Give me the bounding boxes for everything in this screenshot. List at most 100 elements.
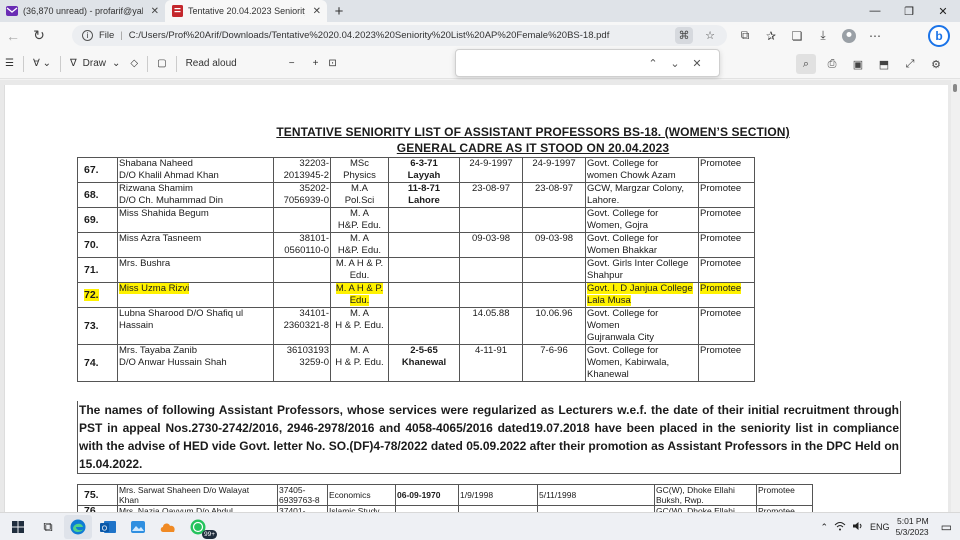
collections-icon[interactable]: ❏: [787, 26, 807, 45]
cell-dob: [388, 232, 460, 258]
zoom-out-button[interactable]: −: [284, 49, 300, 79]
cell-cnic: 35202- 7056939-0: [273, 182, 331, 208]
find-prev-button[interactable]: ⌃: [642, 57, 664, 70]
wifi-icon[interactable]: [834, 521, 846, 533]
cell-dob: [388, 307, 460, 345]
dob-line: 2-5-65: [410, 345, 438, 356]
tab-mail[interactable]: (36,870 unread) - profarif@yaho ✕: [0, 0, 165, 22]
draw-button[interactable]: ∇ Draw ⌄: [65, 49, 125, 79]
save-as-icon[interactable]: ⬒: [874, 54, 894, 74]
refresh-icon[interactable]: ↻: [26, 27, 52, 44]
fullscreen-icon[interactable]: ⤢: [900, 54, 920, 74]
inst-line: Lala Musa: [587, 295, 697, 307]
cell-d2: 5/11/1998: [537, 484, 655, 506]
inst-line: Khanewal: [587, 369, 629, 380]
whatsapp-icon[interactable]: 99+: [184, 515, 217, 539]
cell-cnic: 36103193 3259-0: [273, 344, 331, 382]
qual-line: M.A: [351, 183, 368, 194]
avatar[interactable]: [839, 26, 859, 45]
cloud-app-icon[interactable]: [154, 515, 182, 539]
document-subtitle: GENERAL CADRE AS IT STOOD ON 20.04.2023: [396, 141, 670, 155]
vertical-scrollbar[interactable]: [951, 80, 960, 512]
inst-line: Gujranwala City: [587, 332, 655, 343]
name-line: Mrs. Tayaba Zanib: [119, 345, 197, 356]
print-icon[interactable]: ⎙: [822, 54, 842, 74]
add-favorite-icon[interactable]: ☆: [701, 27, 719, 44]
tab-close-button[interactable]: ✕: [151, 6, 159, 17]
zoom-in-button[interactable]: +: [308, 49, 324, 79]
volume-icon[interactable]: [852, 521, 864, 533]
highlighted-text: Miss Uzma Rizvi: [119, 283, 190, 294]
chevron-up-icon[interactable]: ⌃: [821, 522, 829, 533]
read-mode-icon[interactable]: ⌘: [675, 27, 693, 44]
language-indicator[interactable]: ENG: [870, 522, 890, 532]
highlighted-text: Edu.: [349, 295, 370, 306]
address-bar[interactable]: i File | C:/Users/Prof%20Arif/Downloads/…: [72, 25, 727, 46]
fit-page-icon[interactable]: ⊡: [323, 49, 341, 79]
chevron-down-icon: ⌄: [112, 58, 121, 69]
clock-time: 5:01 PM: [897, 516, 929, 526]
tab-close-button[interactable]: ✕: [313, 6, 321, 17]
inst-line: Govt. I. D Janjua College: [587, 283, 697, 295]
d2-line: 5/11/1998: [539, 490, 577, 500]
minimize-button[interactable]: —: [858, 0, 892, 22]
extensions-icon[interactable]: ⧉: [735, 26, 755, 45]
no-line: 75.: [84, 489, 99, 501]
name-line: Lubna Sharood D/O Shafiq ul: [119, 308, 244, 319]
notifications-icon[interactable]: ▭: [941, 520, 952, 534]
info-icon[interactable]: i: [82, 30, 93, 41]
photos-icon[interactable]: [124, 515, 152, 539]
clock[interactable]: 5:01 PM 5/3/2023: [896, 516, 929, 538]
restore-button[interactable]: ❐: [892, 0, 926, 22]
close-window-button[interactable]: ✕: [926, 0, 960, 22]
bing-copilot-button[interactable]: b: [928, 25, 950, 47]
inst-line: Govt. College for: [587, 208, 659, 219]
new-tab-button[interactable]: +: [327, 0, 351, 22]
inst-line: Govt. College for: [587, 233, 659, 244]
cell-cnic: [273, 207, 331, 233]
settings-icon[interactable]: ⚙: [926, 54, 946, 74]
scrollbar-arrow-up[interactable]: [953, 84, 957, 92]
cell-inst: Govt. I. D Janjua College Lala Musa: [585, 282, 699, 308]
clock-date: 5/3/2023: [895, 527, 929, 537]
highlight-icon[interactable]: ∀ ⌄: [28, 49, 56, 79]
save-icon[interactable]: ▣: [848, 54, 868, 74]
qual-line: M. A: [349, 233, 369, 244]
read-aloud-button[interactable]: Read aloud: [181, 49, 242, 79]
cell-name: Mrs. Tayaba Zanib D/O Anwar Hussain Shah: [117, 344, 274, 382]
cell-dob: [388, 282, 460, 308]
outlook-icon[interactable]: O: [94, 515, 122, 539]
downloads-icon[interactable]: ⤓: [813, 26, 833, 45]
table-row: 71. Mrs. Bushra M. A H & P. Edu. Govt. Girls…: [77, 257, 755, 283]
cell-d2: 23-08-97: [522, 182, 586, 208]
name-line: Miss Shahida Begum: [119, 208, 209, 219]
windows-start-icon[interactable]: [4, 515, 32, 539]
erase-icon[interactable]: ◇: [125, 49, 143, 79]
tab-pdf[interactable]: Tentative 20.04.2023 Seniority Li ✕: [165, 0, 327, 22]
edge-icon[interactable]: [64, 514, 92, 539]
qual-line: Edu.: [349, 270, 370, 281]
favorites-icon[interactable]: ✰: [761, 26, 781, 45]
divider: [147, 55, 149, 72]
cell-name: Mrs. Bushra: [117, 257, 274, 283]
find-input[interactable]: [462, 52, 642, 74]
table-row: 68. Rizwana Shamim D/O Ch. Muhammad Din 352…: [77, 182, 755, 208]
back-icon[interactable]: ←: [0, 28, 26, 44]
find-next-button[interactable]: ⌄: [664, 57, 686, 70]
cell-no: 73.: [77, 307, 118, 345]
page-view-icon[interactable]: ▢: [152, 49, 171, 79]
cell-inst: Govt. College for Women Bhakkar: [585, 232, 699, 258]
more-menu-icon[interactable]: ⋯: [865, 26, 885, 45]
document-viewer[interactable]: TENTATIVE SENIORITY LIST OF ASSISTANT PR…: [0, 80, 960, 515]
table-row: 69. Miss Shahida Begum M. A H&P. Edu. Govt. …: [77, 207, 755, 233]
cell-d1: [459, 207, 523, 233]
d1-line: 1/9/1998: [460, 490, 494, 500]
cell-remarks: Promotee: [698, 257, 755, 283]
find-close-button[interactable]: ✕: [686, 57, 708, 70]
search-icon[interactable]: ⌕: [796, 54, 816, 74]
task-view-icon[interactable]: ⧉: [34, 515, 62, 539]
contents-icon[interactable]: ☰: [0, 49, 19, 79]
dob-line: 06-09-1970: [397, 490, 441, 500]
divider: |: [120, 30, 123, 41]
cell-d1: [459, 282, 523, 308]
